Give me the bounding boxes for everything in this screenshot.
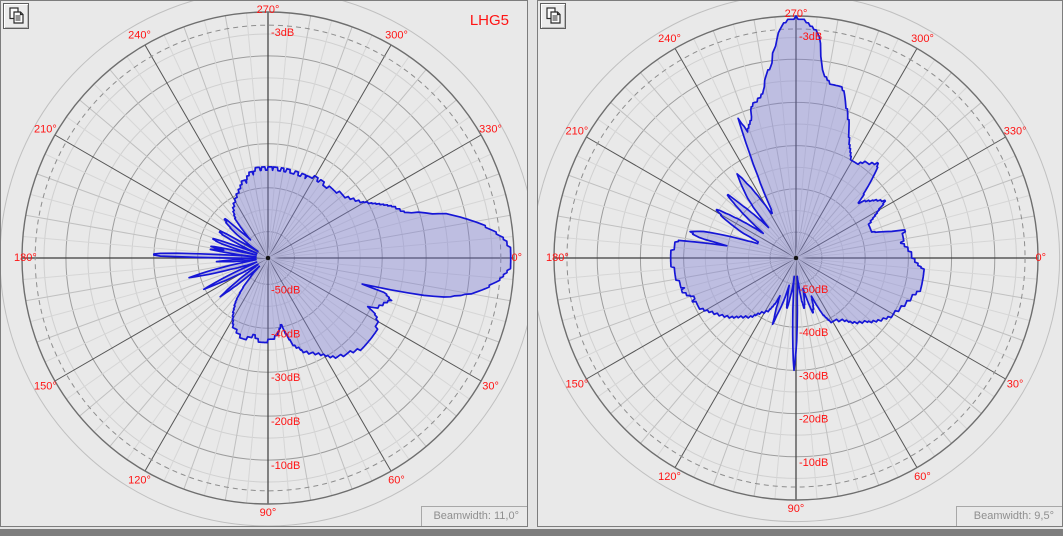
svg-text:-50dB: -50dB: [271, 284, 300, 296]
polar-chart-left: 0° 30° 60° 90° 120° 150° 180° 210° 240° 270° 300° 3…: [0, 0, 537, 531]
antenna-pattern-viewer-window: 0° 30° 60° 90° 120° 150° 180° 210° 240° 270° 300° 3…: [0, 0, 1063, 536]
svg-text:90°: 90°: [788, 503, 805, 515]
pattern-panel-right: 0° 30° 60° 90° 120° 150° 180° 210° 240° 270° 300° 3…: [531, 0, 1063, 527]
svg-text:-40dB: -40dB: [271, 328, 300, 340]
copy-icon: [7, 6, 25, 27]
antenna-model-label: LHG5: [469, 12, 509, 29]
copy-icon: [544, 6, 562, 27]
svg-text:-10dB: -10dB: [799, 457, 828, 469]
beamwidth-status-right: Beamwidth: 9,5°: [956, 506, 1062, 526]
svg-text:30°: 30°: [1007, 379, 1024, 391]
svg-text:300°: 300°: [385, 29, 408, 41]
svg-text:-20dB: -20dB: [271, 416, 300, 428]
window-bottom-bar: [0, 529, 1063, 536]
svg-text:-30dB: -30dB: [799, 370, 828, 382]
svg-text:-10dB: -10dB: [271, 460, 300, 472]
svg-text:-40dB: -40dB: [799, 327, 828, 339]
svg-text:240°: 240°: [658, 33, 681, 45]
svg-text:-3dB: -3dB: [271, 27, 294, 39]
beamwidth-status-left: Beamwidth: 11,0°: [421, 506, 527, 526]
svg-text:30°: 30°: [482, 381, 499, 393]
svg-text:60°: 60°: [388, 475, 405, 487]
svg-text:-50dB: -50dB: [799, 284, 828, 296]
svg-text:150°: 150°: [566, 379, 589, 391]
copy-chart-button-left[interactable]: [3, 3, 29, 29]
svg-text:60°: 60°: [914, 471, 931, 483]
svg-text:150°: 150°: [34, 381, 57, 393]
svg-text:120°: 120°: [128, 475, 151, 487]
pattern-panel-left: 0° 30° 60° 90° 120° 150° 180° 210° 240° 270° 300° 3…: [0, 0, 537, 527]
svg-text:0°: 0°: [511, 252, 522, 264]
svg-text:-20dB: -20dB: [799, 414, 828, 426]
polar-chart-right: 0° 30° 60° 90° 120° 150° 180° 210° 240° 270° 300° 3…: [531, 0, 1062, 531]
svg-text:270°: 270°: [785, 8, 808, 20]
svg-text:300°: 300°: [911, 33, 934, 45]
svg-text:-3dB: -3dB: [799, 31, 822, 43]
svg-text:330°: 330°: [479, 124, 502, 136]
svg-text:240°: 240°: [128, 29, 151, 41]
copy-chart-button-right[interactable]: [540, 3, 566, 29]
svg-text:-30dB: -30dB: [271, 372, 300, 384]
svg-text:210°: 210°: [34, 124, 57, 136]
svg-text:210°: 210°: [566, 126, 589, 138]
svg-text:0°: 0°: [1035, 252, 1046, 264]
svg-text:90°: 90°: [260, 507, 277, 519]
svg-text:330°: 330°: [1004, 126, 1027, 138]
svg-text:180°: 180°: [546, 252, 569, 264]
svg-text:180°: 180°: [14, 252, 37, 264]
svg-text:120°: 120°: [658, 471, 681, 483]
svg-text:270°: 270°: [257, 4, 280, 16]
